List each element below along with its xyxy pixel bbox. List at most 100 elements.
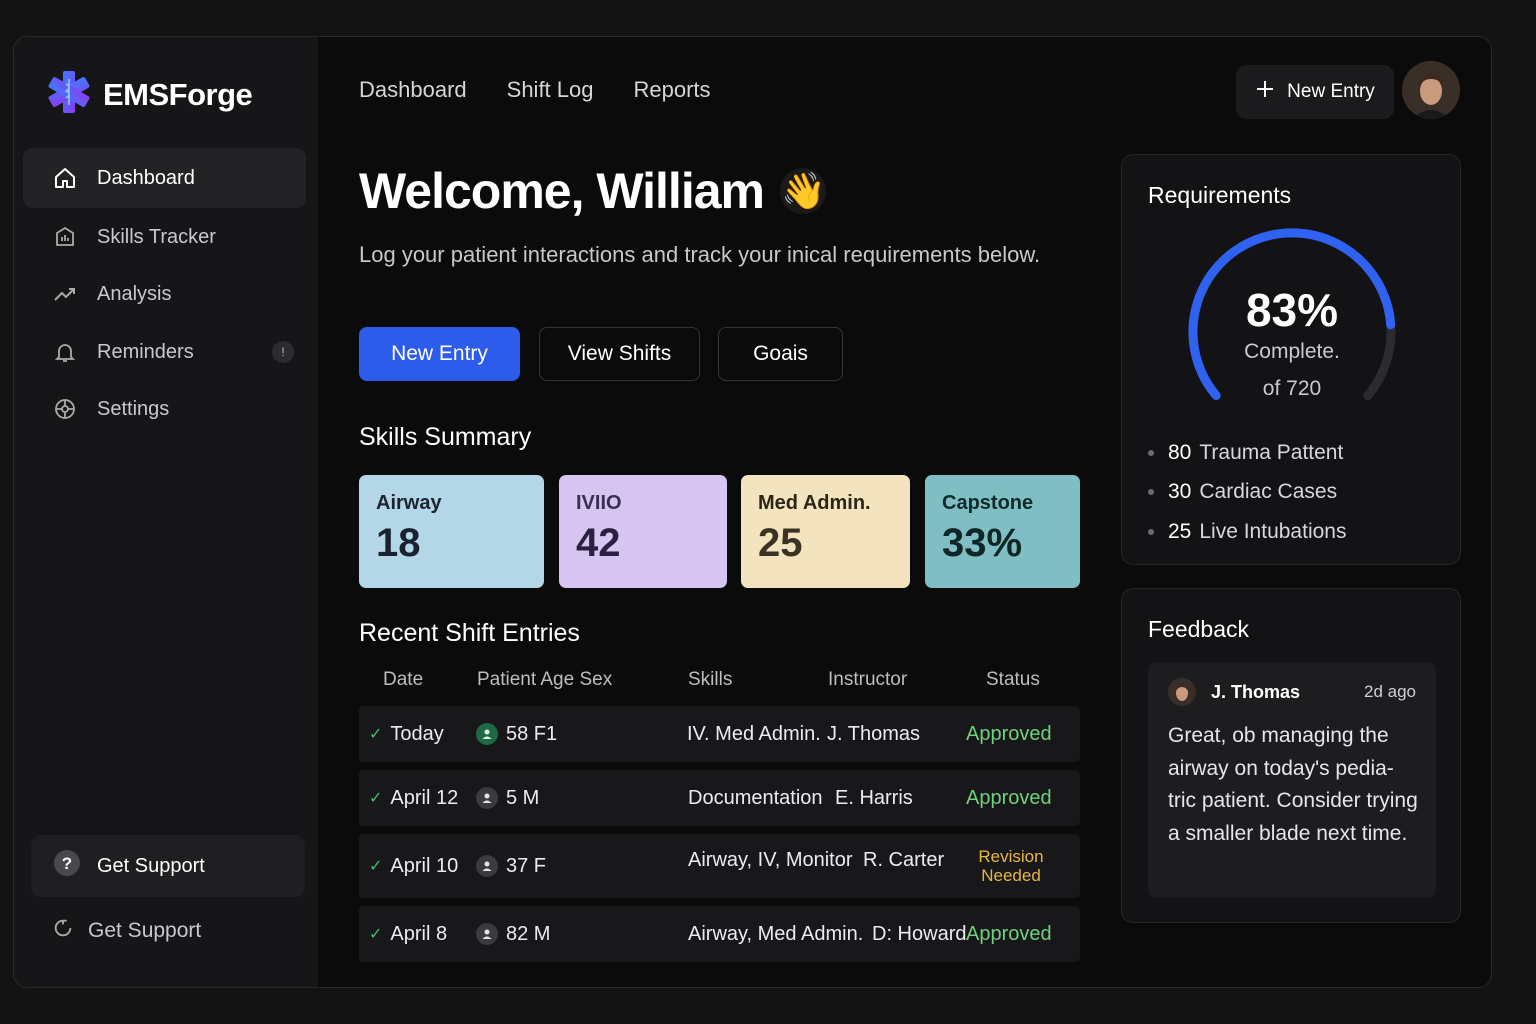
- get-support-link[interactable]: Get Support: [52, 917, 201, 945]
- recent-entries-title: Recent Shift Entries: [359, 619, 580, 647]
- skill-card-label: Capstone: [942, 492, 1034, 514]
- feedback-text: Great, ob managing the airway on today's…: [1168, 724, 1418, 845]
- requirements-panel: Requirements 83% Complete. of 720 80 Trau…: [1121, 154, 1461, 565]
- row-status: Approved: [966, 722, 1052, 745]
- help-icon: ?: [53, 849, 81, 883]
- row-patient: 58 F1: [506, 722, 558, 745]
- feedback-author: J. Thomas: [1211, 682, 1301, 702]
- table-row[interactable]: ✓ April 8 82 M Airway, Med Admin. D: Howa…: [359, 906, 1080, 962]
- requirements-of: of 720: [1262, 377, 1322, 400]
- sidebar-item-label: Reminders: [97, 340, 194, 363]
- sidebar-item-settings[interactable]: Settings: [23, 379, 306, 439]
- feedback-title: Feedback: [1148, 616, 1250, 642]
- brand-name: EMSForge: [103, 76, 253, 112]
- gear-icon: [53, 397, 77, 421]
- column-header-status[interactable]: Status: [986, 669, 1040, 691]
- requirements-complete: Complete.: [1244, 340, 1340, 363]
- sidebar-item-label: Analysis: [97, 282, 172, 305]
- row-status: Revision Needed: [978, 847, 1044, 885]
- skill-card-med-admin[interactable]: Med Admin. 25: [741, 475, 910, 588]
- skill-card-capstone[interactable]: Capstone 33%: [925, 475, 1080, 588]
- sidebar-item-label: Dashboard: [97, 166, 195, 189]
- feedback-card[interactable]: J. Thomas 2d ago Great, ob managing the …: [1148, 662, 1436, 898]
- avatar: [1168, 678, 1196, 711]
- row-skills: Documentation: [688, 786, 823, 809]
- star-of-life-icon: [47, 70, 91, 119]
- table-row[interactable]: ✓ April 10 37 F Airway, IV, Monitor R. Ca…: [359, 834, 1080, 898]
- svg-text:?: ?: [62, 854, 72, 873]
- table-row[interactable]: ✓ Today 58 F1 IV. Med Admin. J. Thomas Ap…: [359, 706, 1080, 762]
- topnav-reports[interactable]: Reports: [633, 77, 710, 103]
- row-patient: 37 F: [506, 854, 547, 877]
- feedback-panel: Feedback J. Thomas 2d ago Great, ob mana…: [1121, 588, 1461, 923]
- check-icon: ✓: [369, 926, 383, 943]
- trend-icon: [53, 282, 77, 306]
- row-status: Approved: [966, 922, 1052, 945]
- feedback-time: 2d ago: [1364, 682, 1416, 701]
- user-avatar[interactable]: [1402, 61, 1460, 119]
- welcome-subtitle: Log your patient interactions and track …: [359, 242, 1041, 267]
- skill-card-airway[interactable]: Airway 18: [359, 475, 544, 588]
- new-entry-button[interactable]: New Entry: [359, 327, 520, 381]
- check-icon: ✓: [369, 790, 383, 807]
- new-entry-top-label: New Entry: [1287, 81, 1375, 102]
- patient-icon: [476, 923, 498, 945]
- topnav-shift-log[interactable]: Shift Log: [507, 77, 594, 103]
- skill-card-value: 18: [376, 521, 421, 565]
- list-item: 25 Live Intubations: [1148, 512, 1346, 552]
- row-instructor: D: Howard: [872, 922, 967, 945]
- table-row[interactable]: ✓ April 12 5 M Documentation E. Harris Ap…: [359, 770, 1080, 826]
- sidebar-item-dashboard[interactable]: Dashboard: [23, 148, 306, 208]
- skill-card-label: Med Admin.: [758, 492, 871, 514]
- patient-icon: [476, 723, 498, 745]
- skill-card-label: Airway: [376, 492, 442, 514]
- waving-hand-icon: 👋: [779, 168, 826, 214]
- sidebar-item-analysis[interactable]: Analysis: [23, 264, 306, 324]
- get-support-button[interactable]: ? Get Support: [31, 835, 305, 897]
- reminders-badge: !: [272, 341, 294, 363]
- sidebar-item-label: Settings: [97, 397, 170, 420]
- row-skills: Airway, Med Admin.: [688, 922, 864, 945]
- plus-icon: [1255, 79, 1275, 105]
- check-icon: ✓: [369, 726, 383, 743]
- row-skills: Airway, IV, Monitor: [688, 848, 853, 871]
- column-header-patient[interactable]: Patient Age Sex: [477, 669, 612, 691]
- skill-card-value: 42: [576, 521, 621, 565]
- column-header-instructor[interactable]: Instructor: [828, 669, 907, 691]
- topnav-dashboard[interactable]: Dashboard: [359, 77, 467, 103]
- new-entry-top-button[interactable]: New Entry: [1236, 65, 1394, 119]
- patient-icon: [476, 855, 498, 877]
- row-patient: 82 M: [506, 922, 551, 945]
- column-header-date[interactable]: Date: [383, 669, 423, 691]
- patient-icon: [476, 787, 498, 809]
- get-support-label: Get Support: [97, 854, 205, 877]
- requirements-list: 80 Trauma Pattent 30 Cardiac Cases 25 Live …: [1148, 433, 1346, 552]
- bell-icon: [53, 340, 77, 364]
- goals-button[interactable]: Goais: [718, 327, 843, 381]
- list-item: 30 Cardiac Cases: [1148, 473, 1346, 513]
- sidebar: EMSForge Dashboard Skills Tracker Analys…: [14, 37, 318, 987]
- skill-card-value: 33%: [942, 521, 1023, 565]
- skills-summary-title: Skills Summary: [359, 423, 532, 451]
- get-support-link-label: Get Support: [88, 919, 202, 942]
- row-instructor: R. Carter: [863, 848, 945, 871]
- row-date: April 10: [390, 854, 459, 877]
- view-shifts-button[interactable]: View Shifts: [539, 327, 700, 381]
- app-window: EMSForge Dashboard Skills Tracker Analys…: [13, 36, 1492, 988]
- requirements-percent: 83%: [1245, 284, 1339, 336]
- home-icon: [53, 166, 77, 190]
- refresh-icon: [52, 917, 74, 945]
- sidebar-item-reminders[interactable]: Reminders !: [23, 322, 306, 382]
- sidebar-item-skills-tracker[interactable]: Skills Tracker: [23, 207, 306, 267]
- brand[interactable]: EMSForge: [47, 70, 253, 119]
- row-skills: IV. Med Admin.: [687, 722, 821, 745]
- row-instructor: J. Thomas: [827, 722, 920, 745]
- skill-card-iviio[interactable]: IVIIO 42: [559, 475, 727, 588]
- row-date: April 12: [390, 786, 459, 809]
- skill-card-label: IVIIO: [576, 492, 622, 514]
- column-header-skills[interactable]: Skills: [688, 669, 732, 691]
- row-status: Approved: [966, 786, 1052, 809]
- skills-icon: [53, 225, 77, 249]
- welcome-title: Welcome, William: [359, 163, 765, 219]
- sidebar-item-label: Skills Tracker: [97, 225, 216, 248]
